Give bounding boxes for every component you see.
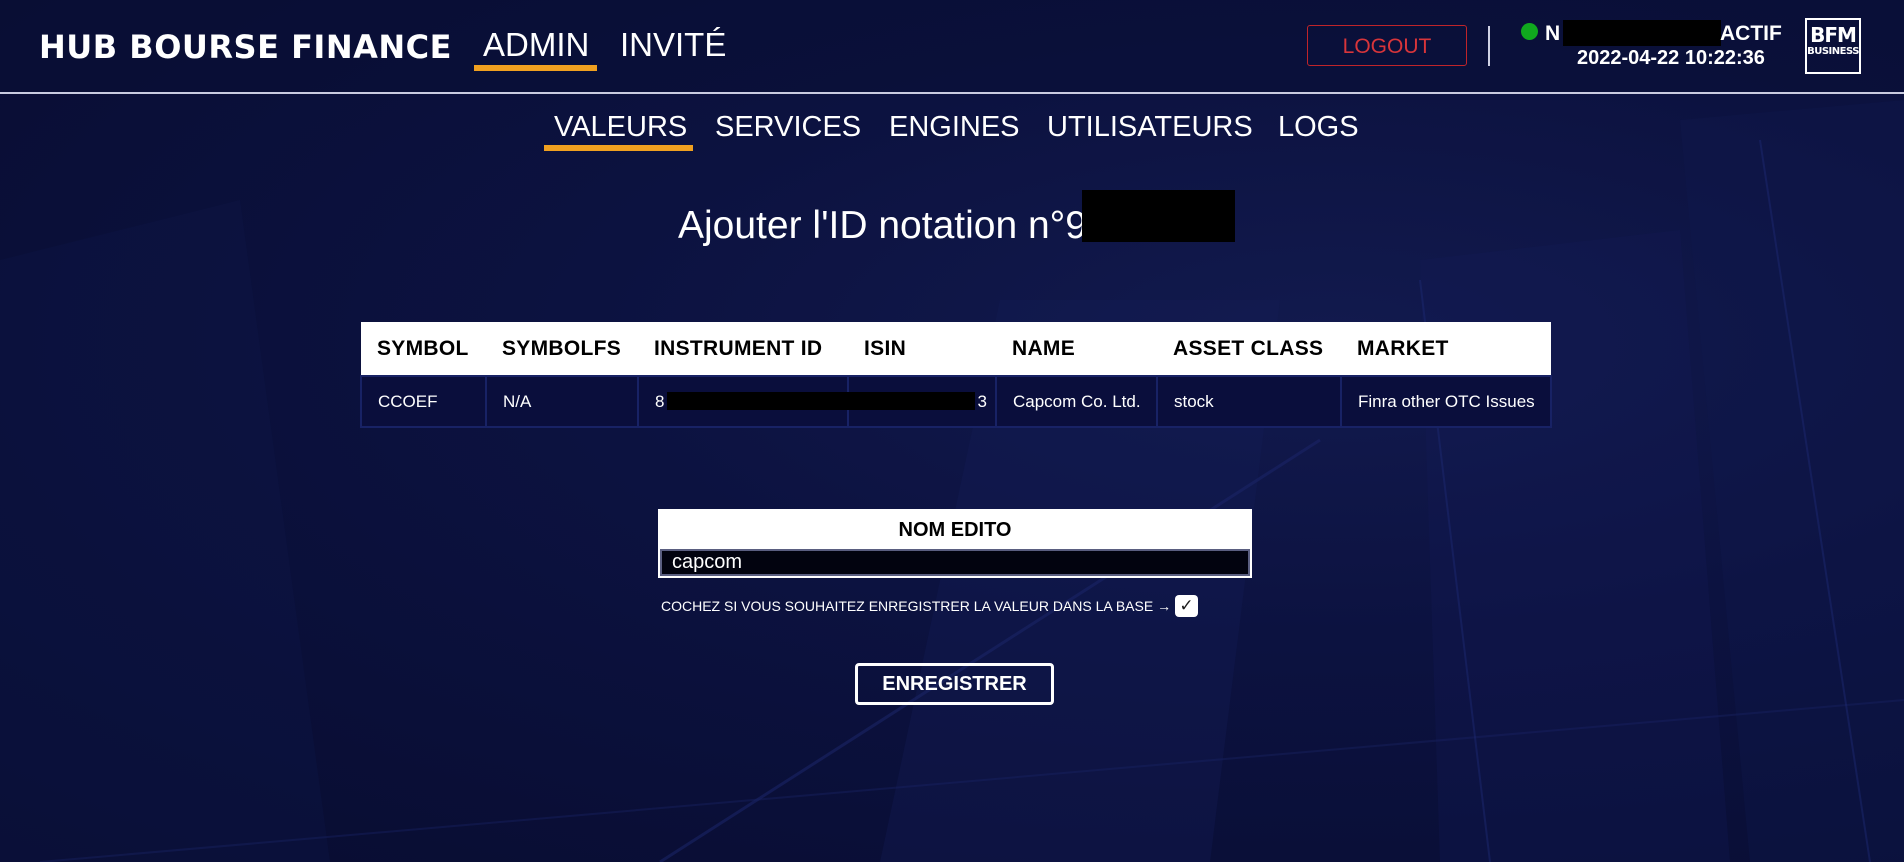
nom-edito-form: NOM EDITO: [658, 509, 1252, 578]
brand-title: HUB BOURSE FINANCE: [39, 28, 452, 66]
instrument-table: SYMBOL SYMBOLFS INSTRUMENT ID ISIN NAME …: [360, 322, 1552, 428]
nav-invite[interactable]: INVITÉ: [620, 24, 726, 66]
save-checkbox-label: COCHEZ SI VOUS SOUHAITEZ ENREGISTRER LA …: [661, 598, 1172, 614]
nom-edito-input[interactable]: [660, 549, 1250, 576]
top-header: HUB BOURSE FINANCE ADMIN INVITÉ LOGOUT N…: [0, 0, 1904, 94]
tab-logs[interactable]: LOGS: [1278, 107, 1359, 147]
tab-engines[interactable]: ENGINES: [889, 107, 1020, 147]
user-name: N: [1545, 22, 1561, 45]
cell-symbol: CCOEF: [360, 375, 487, 428]
column-header-symbolfs: SYMBOLFS: [502, 336, 622, 360]
cell-name: Capcom Co. Ltd.: [995, 375, 1158, 428]
tab-services[interactable]: SERVICES: [715, 107, 861, 147]
column-header-symbol: SYMBOL: [377, 336, 469, 360]
user-status: ACTIF: [1720, 22, 1782, 45]
logout-button[interactable]: LOGOUT: [1307, 25, 1467, 66]
header-divider: [1488, 26, 1490, 66]
nav-admin[interactable]: ADMIN: [483, 24, 589, 66]
cell-asset-class: stock: [1156, 375, 1342, 428]
current-datetime: 2022-04-22 10:22:36: [1577, 47, 1765, 69]
cell-symbolfs: N/A: [485, 375, 639, 428]
redacted-instrument-isin: [667, 392, 975, 410]
page-title: Ajouter l'ID notation n°9: [678, 204, 1087, 247]
column-header-instrument-id: INSTRUMENT ID: [654, 336, 823, 360]
status-online-icon: [1521, 23, 1538, 40]
cell-market: Finra other OTC Issues: [1340, 375, 1552, 428]
logo-line1: BFM: [1810, 23, 1857, 47]
logo-line2: BUSINESS: [1807, 46, 1859, 57]
active-nav-underline: [474, 65, 597, 71]
table-header-row: SYMBOL SYMBOLFS INSTRUMENT ID ISIN NAME …: [361, 322, 1551, 376]
column-header-market: MARKET: [1357, 336, 1449, 360]
column-header-name: NAME: [1012, 336, 1076, 360]
column-header-isin: ISIN: [864, 336, 907, 360]
redacted-notation-id: [1082, 190, 1235, 242]
column-header-asset-class: ASSET CLASS: [1173, 336, 1324, 360]
tab-valeurs[interactable]: VALEURS: [554, 107, 687, 147]
nom-edito-label: NOM EDITO: [898, 519, 1012, 541]
active-tab-underline: [544, 145, 693, 151]
bfm-business-logo: BFM BUSINESS: [1805, 18, 1861, 74]
save-checkbox[interactable]: ✓: [1175, 595, 1198, 617]
save-button[interactable]: ENREGISTRER: [855, 663, 1054, 705]
redacted-user-name: [1563, 20, 1721, 46]
tab-utilisateurs[interactable]: UTILISATEURS: [1047, 107, 1253, 147]
